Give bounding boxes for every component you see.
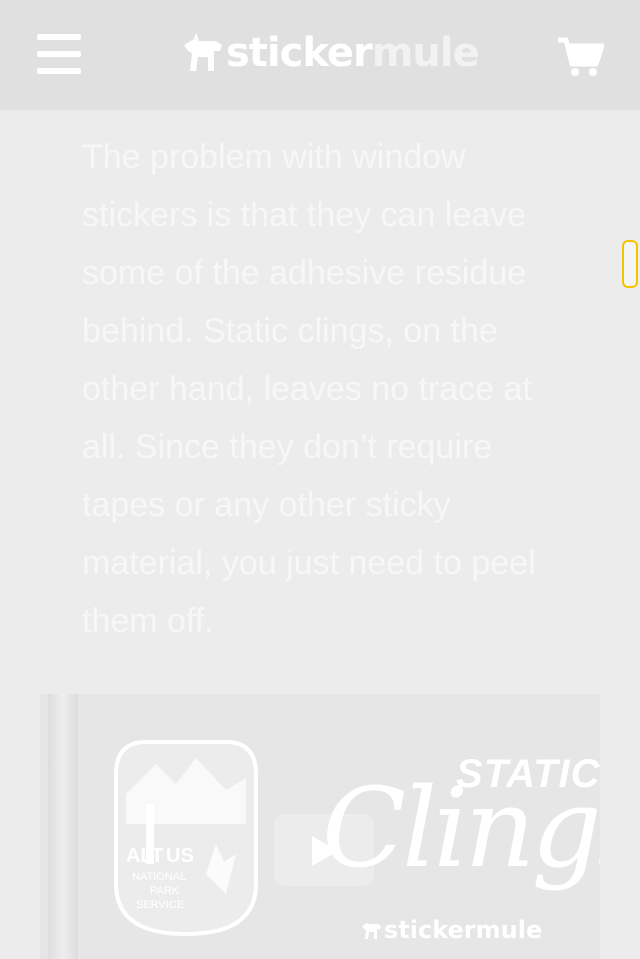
site-header: stickermule [0,0,640,110]
mule-logo-icon [184,33,222,71]
sticker-text-alt: ALT [126,845,163,867]
hamburger-menu-icon[interactable] [37,34,81,74]
video-background-pole [48,694,78,959]
play-button[interactable] [274,814,374,886]
shopping-cart-icon[interactable] [556,36,604,78]
sticker-line-national: NATIONAL [132,871,186,883]
scroll-indicator[interactable] [622,240,638,288]
national-park-sticker-image: ALT US NATIONAL PARK SERVICE [114,740,258,937]
sticker-line-park: PARK [150,885,180,897]
video-logo-text: stickermule [384,916,543,944]
sticker-line-service: SERVICE [136,899,184,911]
stickermule-logo[interactable]: stickermule [180,28,480,78]
article-body: don't leave residue behind. The problem … [82,52,582,650]
sticker-text-us: US [166,845,194,867]
video-stickermule-logo: stickermule [358,916,542,944]
article-paragraph: The problem with window stickers is that… [82,138,536,640]
play-icon [312,836,338,866]
logo-text-mule: mule [371,30,480,76]
mule-logo-icon [362,923,381,939]
brand-static-text: STATIC [456,752,600,796]
video-player[interactable]: ALT US NATIONAL PARK SERVICE Clings STAT… [40,694,600,959]
logo-text-sticker: sticker [226,30,373,76]
